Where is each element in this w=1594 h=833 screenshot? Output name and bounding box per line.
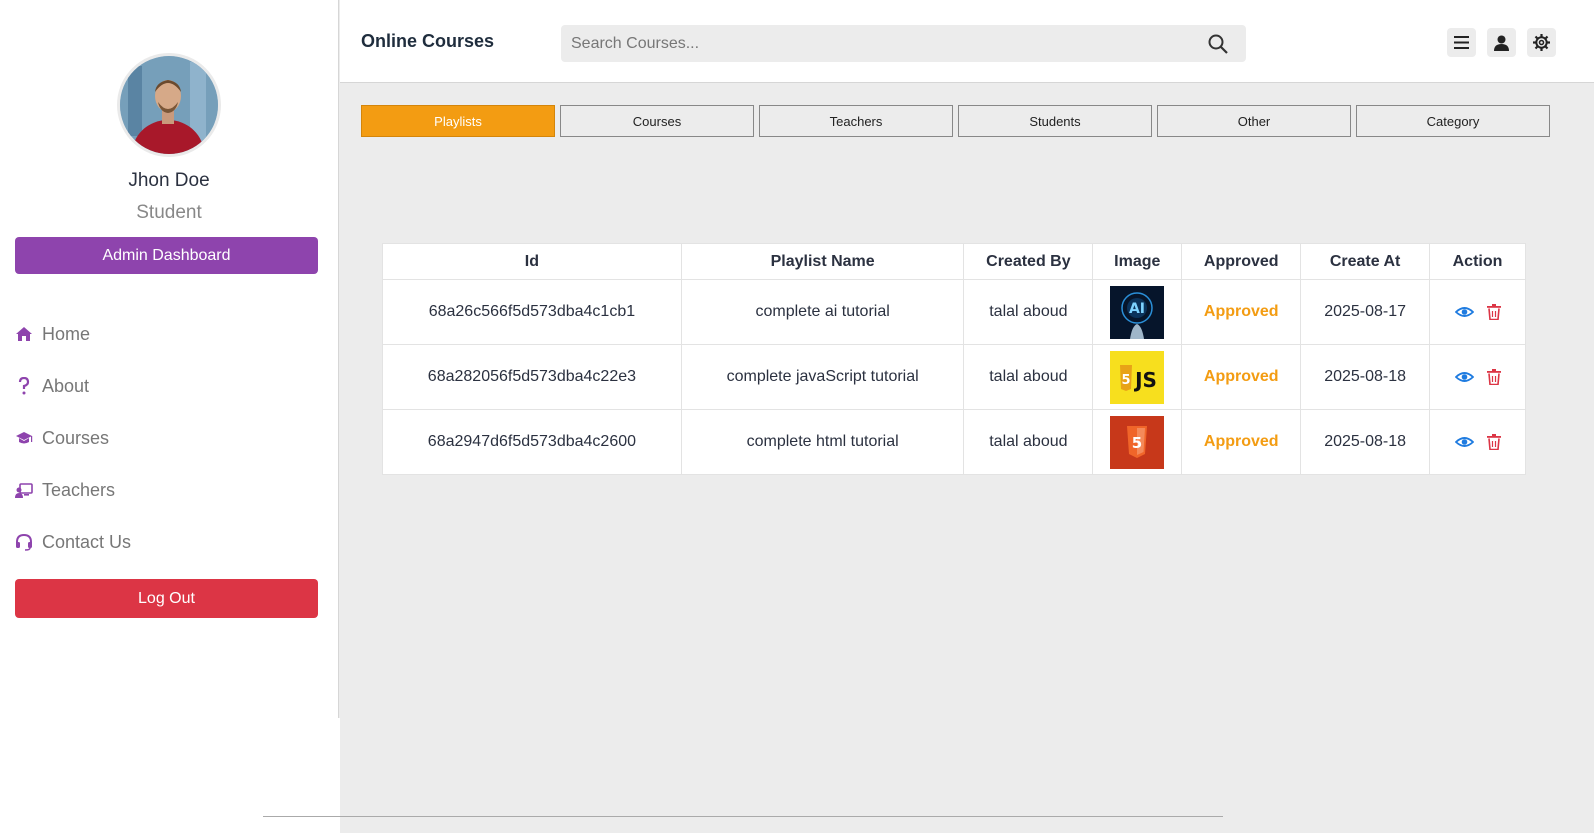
cell-id: 68a282056f5d573dba4c22e3 xyxy=(382,344,682,410)
cell-playlist-name: complete ai tutorial xyxy=(680,279,965,345)
cell-image: 5 JS xyxy=(1092,344,1183,410)
cell-created-by: talal aboud xyxy=(963,279,1094,345)
svg-text:JS: JS xyxy=(1133,368,1157,392)
tab-students[interactable]: Students xyxy=(958,105,1152,137)
profile-card: Jhon Doe Student xyxy=(0,0,338,224)
header-actions xyxy=(1447,28,1556,57)
sidebar-item-home[interactable]: Home xyxy=(0,308,338,360)
playlists-table-container: Id Playlist Name Created By Image Approv… xyxy=(382,243,1526,475)
search-input[interactable] xyxy=(561,25,1198,62)
teacher-icon xyxy=(15,481,33,499)
column-header-id: Id xyxy=(382,243,682,280)
status-badge: Approved xyxy=(1203,368,1279,385)
column-header-action: Action xyxy=(1429,243,1526,280)
cell-action xyxy=(1429,344,1526,410)
cell-image: 5 xyxy=(1092,409,1183,475)
cell-approved: Approved xyxy=(1181,344,1302,410)
status-badge: Approved xyxy=(1203,303,1279,320)
cell-created-by: talal aboud xyxy=(963,344,1094,410)
cell-approved: Approved xyxy=(1181,409,1302,475)
tab-category[interactable]: Category xyxy=(1356,105,1550,137)
cell-action xyxy=(1429,279,1526,345)
cell-create-at: 2025-08-18 xyxy=(1300,344,1431,410)
table-row: 68a26c566f5d573dba4c1cb1 complete ai tut… xyxy=(382,279,1526,345)
sidebar-item-contact[interactable]: Contact Us xyxy=(0,516,338,568)
settings-icon[interactable] xyxy=(1527,28,1556,57)
cell-create-at: 2025-08-17 xyxy=(1300,279,1431,345)
ai-thumbnail: AI xyxy=(1110,285,1165,339)
table-row: 68a2947d6f5d573dba4c2600 complete html t… xyxy=(382,409,1526,475)
svg-text:AI: AI xyxy=(1129,301,1145,317)
cell-id: 68a26c566f5d573dba4c1cb1 xyxy=(382,279,682,345)
user-icon[interactable] xyxy=(1487,28,1516,57)
logout-button[interactable]: Log Out xyxy=(15,579,318,618)
cell-image: AI xyxy=(1092,279,1183,345)
tab-other[interactable]: Other xyxy=(1157,105,1351,137)
cell-playlist-name: complete javaScript tutorial xyxy=(680,344,965,410)
menu-icon[interactable] xyxy=(1447,28,1476,57)
top-header: Online Courses xyxy=(340,0,1594,83)
delete-icon[interactable] xyxy=(1486,369,1501,385)
column-header-playlist-name: Playlist Name xyxy=(680,243,965,280)
delete-icon[interactable] xyxy=(1486,304,1501,320)
divider xyxy=(263,816,1223,817)
cell-created-by: talal aboud xyxy=(963,409,1094,475)
sidebar-item-label: Contact Us xyxy=(42,531,132,552)
svg-text:5: 5 xyxy=(1122,373,1131,388)
avatar xyxy=(117,53,221,157)
sidebar-item-label: Courses xyxy=(42,427,110,448)
js-thumbnail: 5 JS xyxy=(1110,350,1165,404)
sidebar-item-about[interactable]: About xyxy=(0,360,338,412)
tab-courses[interactable]: Courses xyxy=(560,105,754,137)
view-icon[interactable] xyxy=(1454,436,1474,448)
profile-name: Jhon Doe xyxy=(128,170,210,191)
cell-approved: Approved xyxy=(1181,279,1302,345)
cell-playlist-name: complete html tutorial xyxy=(680,409,965,475)
view-icon[interactable] xyxy=(1454,371,1474,383)
search-icon[interactable] xyxy=(1198,25,1238,62)
sidebar-item-teachers[interactable]: Teachers xyxy=(0,464,338,516)
profile-role: Student xyxy=(136,202,202,223)
html-thumbnail: 5 xyxy=(1110,415,1165,469)
question-icon xyxy=(15,377,33,395)
cell-action xyxy=(1429,409,1526,475)
column-header-image: Image xyxy=(1092,243,1183,280)
sidebar-item-label: Home xyxy=(42,323,91,344)
column-header-approved: Approved xyxy=(1181,243,1302,280)
delete-icon[interactable] xyxy=(1486,434,1501,450)
column-header-create-at: Create At xyxy=(1300,243,1431,280)
status-badge: Approved xyxy=(1203,433,1279,450)
sidebar: Jhon Doe Student Admin Dashboard Home Ab… xyxy=(0,0,339,718)
sidebar-item-label: About xyxy=(42,375,90,396)
column-header-created-by: Created By xyxy=(963,243,1094,280)
brand-title: Online Courses xyxy=(361,31,495,51)
tab-playlists[interactable]: Playlists xyxy=(361,105,555,137)
sidebar-item-courses[interactable]: Courses xyxy=(0,412,338,464)
search-bar xyxy=(561,25,1246,62)
table-row: 68a282056f5d573dba4c22e3 complete javaSc… xyxy=(382,344,1526,410)
graduation-cap-icon xyxy=(15,429,33,447)
view-icon[interactable] xyxy=(1454,306,1474,318)
category-tabs: Playlists Courses Teachers Students Othe… xyxy=(361,105,1550,137)
headset-icon xyxy=(15,533,33,551)
admin-dashboard-button[interactable]: Admin Dashboard xyxy=(15,237,318,274)
playlists-table: Id Playlist Name Created By Image Approv… xyxy=(382,243,1526,475)
cell-id: 68a2947d6f5d573dba4c2600 xyxy=(382,409,682,475)
tab-teachers[interactable]: Teachers xyxy=(759,105,953,137)
home-icon xyxy=(15,325,33,343)
table-header-row: Id Playlist Name Created By Image Approv… xyxy=(382,243,1526,280)
sidebar-item-label: Teachers xyxy=(42,479,116,500)
svg-text:5: 5 xyxy=(1132,434,1142,452)
sidebar-nav: Home About Courses Teachers Contact Us xyxy=(0,308,338,568)
cell-create-at: 2025-08-18 xyxy=(1300,409,1431,475)
